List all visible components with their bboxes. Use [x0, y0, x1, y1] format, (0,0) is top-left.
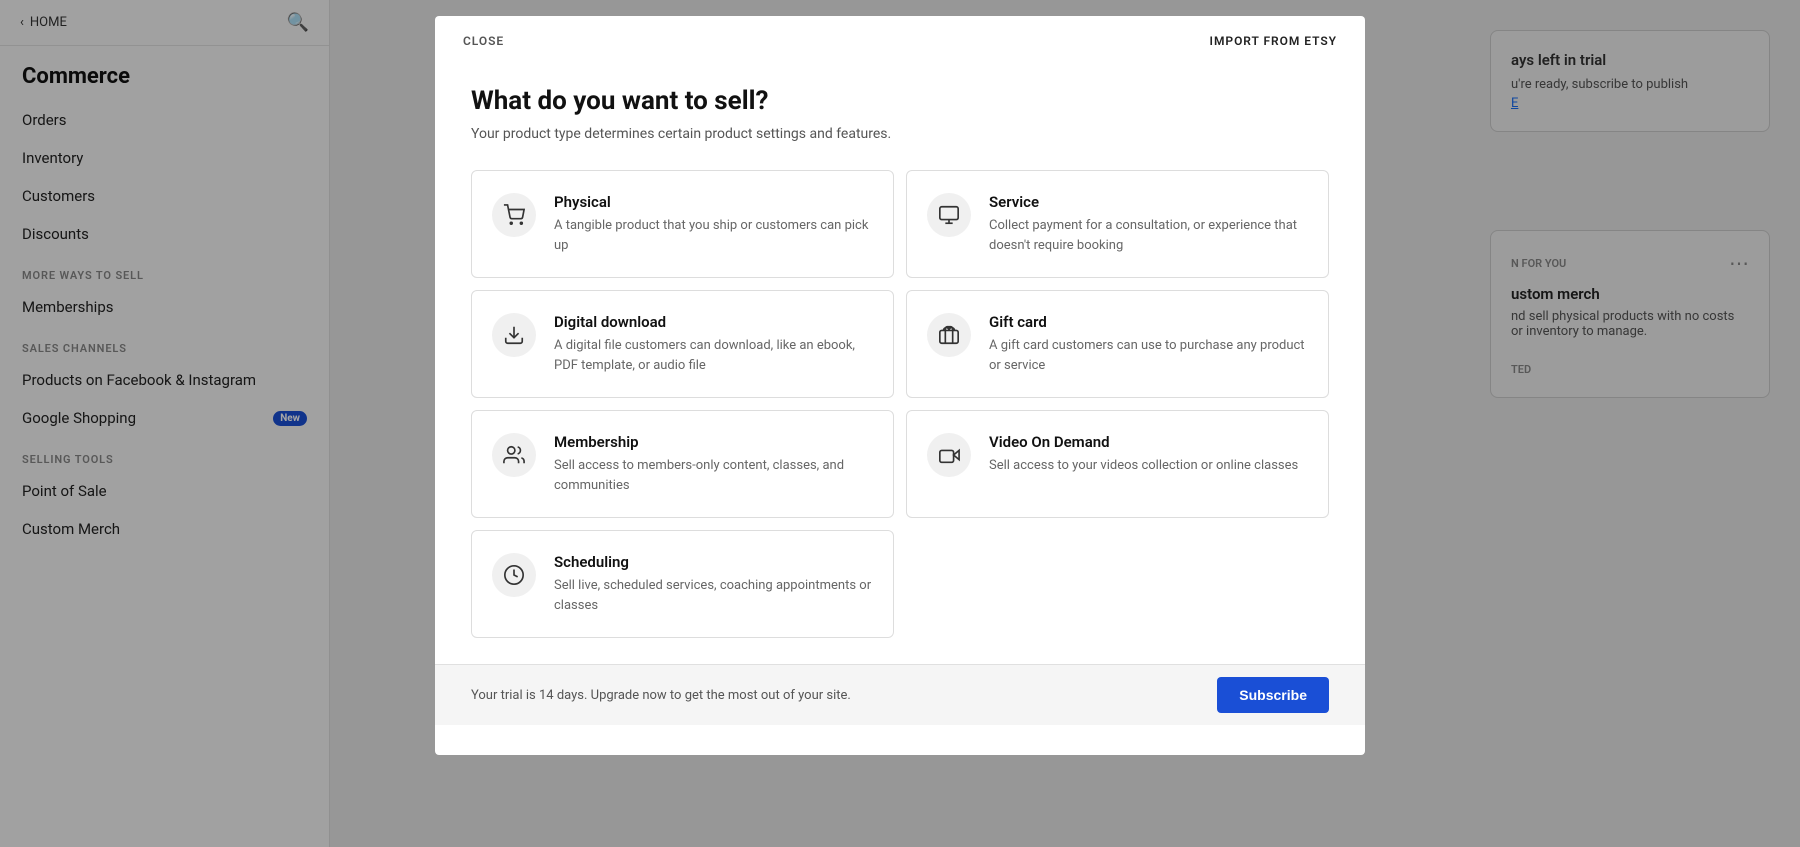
service-desc: Collect payment for a consultation, or e… — [989, 216, 1308, 255]
modal-subtitle: Your product type determines certain pro… — [471, 126, 1329, 142]
product-card-vod[interactable]: Video On Demand Sell access to your vide… — [906, 410, 1329, 518]
cart-icon-wrap — [492, 193, 536, 237]
vod-desc: Sell access to your videos collection or… — [989, 456, 1298, 476]
physical-info: Physical A tangible product that you shi… — [554, 193, 873, 255]
clock-icon-wrap — [492, 553, 536, 597]
membership-name: Membership — [554, 433, 873, 451]
product-card-physical[interactable]: Physical A tangible product that you shi… — [471, 170, 894, 278]
product-card-giftcard[interactable]: Gift card A gift card customers can use … — [906, 290, 1329, 398]
video-icon-wrap — [927, 433, 971, 477]
modal-title: What do you want to sell? — [471, 86, 1329, 116]
video-icon — [938, 444, 960, 466]
physical-desc: A tangible product that you ship or cust… — [554, 216, 873, 255]
service-icon — [938, 204, 960, 226]
vod-name: Video On Demand — [989, 433, 1298, 451]
membership-info: Membership Sell access to members-only c… — [554, 433, 873, 495]
bottom-hint-text: Your trial is 14 days. Upgrade now to ge… — [471, 688, 851, 703]
scheduling-desc: Sell live, scheduled services, coaching … — [554, 576, 873, 615]
product-card-scheduling[interactable]: Scheduling Sell live, scheduled services… — [471, 530, 894, 638]
subscribe-button[interactable]: Subscribe — [1217, 677, 1329, 713]
product-grid: Physical A tangible product that you shi… — [471, 170, 1329, 638]
download-icon-wrap — [492, 313, 536, 357]
physical-name: Physical — [554, 193, 873, 211]
product-card-digital[interactable]: Digital download A digital file customer… — [471, 290, 894, 398]
product-card-membership[interactable]: Membership Sell access to members-only c… — [471, 410, 894, 518]
gift-icon — [938, 324, 960, 346]
modal-import-button[interactable]: IMPORT FROM ETSY — [1210, 34, 1337, 48]
digital-info: Digital download A digital file customer… — [554, 313, 873, 375]
cart-icon — [503, 204, 525, 226]
digital-desc: A digital file customers can download, l… — [554, 336, 873, 375]
digital-name: Digital download — [554, 313, 873, 331]
vod-info: Video On Demand Sell access to your vide… — [989, 433, 1298, 476]
giftcard-name: Gift card — [989, 313, 1308, 331]
giftcard-desc: A gift card customers can use to purchas… — [989, 336, 1308, 375]
product-card-service[interactable]: Service Collect payment for a consultati… — [906, 170, 1329, 278]
modal-header: CLOSE IMPORT FROM ETSY — [435, 16, 1365, 66]
download-icon — [503, 324, 525, 346]
scheduling-name: Scheduling — [554, 553, 873, 571]
clock-icon — [503, 564, 525, 586]
modal: CLOSE IMPORT FROM ETSY What do you want … — [435, 16, 1365, 755]
membership-icon — [503, 444, 525, 466]
modal-close-button[interactable]: CLOSE — [463, 34, 504, 48]
gift-icon-wrap — [927, 313, 971, 357]
service-icon-wrap — [927, 193, 971, 237]
modal-body: What do you want to sell? Your product t… — [435, 66, 1365, 648]
membership-icon-wrap — [492, 433, 536, 477]
service-name: Service — [989, 193, 1308, 211]
membership-desc: Sell access to members-only content, cla… — [554, 456, 873, 495]
giftcard-info: Gift card A gift card customers can use … — [989, 313, 1308, 375]
modal-footer: Your trial is 14 days. Upgrade now to ge… — [435, 664, 1365, 725]
service-info: Service Collect payment for a consultati… — [989, 193, 1308, 255]
scheduling-info: Scheduling Sell live, scheduled services… — [554, 553, 873, 615]
